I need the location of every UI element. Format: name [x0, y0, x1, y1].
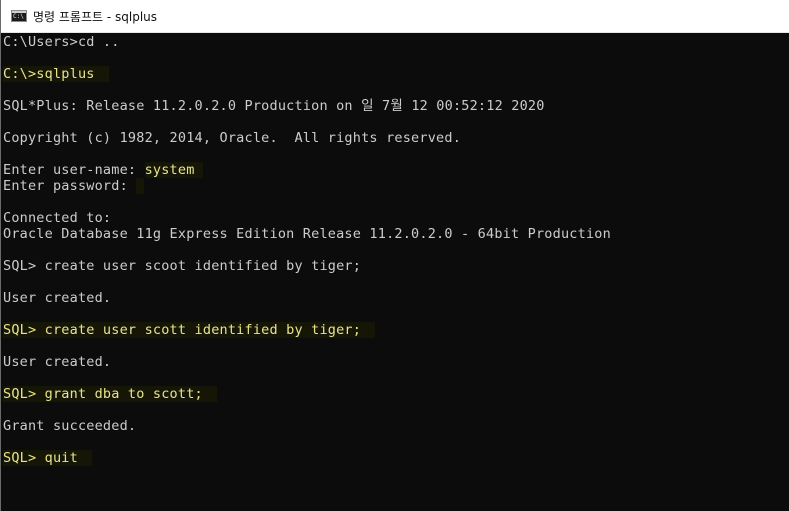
console-line: C:\Users>cd .. [3, 34, 789, 50]
console-line: Enter user-name: system [3, 162, 789, 178]
window-title: 명령 프롬프트 - sqlplus [33, 9, 158, 24]
title-bar[interactable]: 명령 프롬프트 - sqlplus [1, 0, 789, 33]
console-line: Enter password: [3, 178, 789, 194]
typed-command: SQL> create user scott identified by tig… [3, 322, 376, 338]
output-text: SQL> create user scoot identified by tig… [3, 258, 362, 274]
console-line: Oracle Database 11g Express Edition Rele… [3, 226, 789, 242]
console-line: SQL> grant dba to scott; [3, 386, 789, 402]
typed-command: SQL> quit [3, 450, 92, 466]
console-line: SQL> create user scott identified by tig… [3, 322, 789, 338]
output-text: SQL*Plus: Release 11.2.0.2.0 Production … [3, 98, 545, 114]
typed-input [136, 178, 145, 194]
typed-command: SQL> grant dba to scott; [3, 386, 217, 402]
console-line: Connected to: [3, 210, 789, 226]
typed-input: system [144, 162, 203, 178]
output-text: Copyright (c) 1982, 2014, Oracle. All ri… [3, 130, 462, 146]
output-text: User created. [3, 290, 112, 306]
console-line: User created. [3, 290, 789, 306]
console-line: User created. [3, 354, 789, 370]
output-text: Oracle Database 11g Express Edition Rele… [3, 226, 611, 242]
console-line: Grant succeeded. [3, 418, 789, 434]
console-output[interactable]: C:\Users>cd .. C:\>sqlplus SQL*Plus: Relea… [1, 33, 789, 511]
console-line: SQL> create user scoot identified by tig… [3, 258, 789, 274]
prompt-label: Enter user-name: [3, 162, 145, 178]
console-line: SQL> quit [3, 450, 789, 466]
output-text: Connected to: [3, 210, 112, 226]
output-text: Grant succeeded. [3, 418, 137, 434]
prompt-label: Enter password: [3, 178, 137, 194]
command-prompt-window: 명령 프롬프트 - sqlplus C:\Users>cd .. C:\>sqlp… [0, 0, 789, 511]
cmd-icon [11, 10, 27, 22]
console-line: C:\>sqlplus [3, 66, 789, 82]
console-line: Copyright (c) 1982, 2014, Oracle. All ri… [3, 130, 789, 146]
typed-command: C:\>sqlplus [3, 66, 109, 82]
console-line: SQL*Plus: Release 11.2.0.2.0 Production … [3, 98, 789, 114]
output-text: C:\Users>cd .. [3, 34, 120, 50]
output-text: User created. [3, 354, 112, 370]
